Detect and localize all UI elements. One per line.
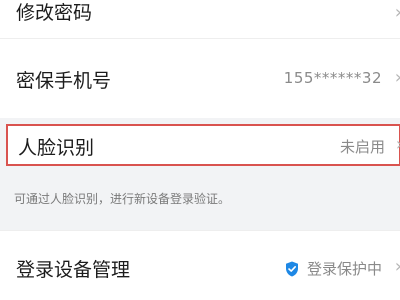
security-phone-value: 155******32 (283, 69, 382, 87)
device-protection-status: 登录保护中 (285, 258, 382, 279)
face-recognition-hint: 可通过人脸识别，进行新设备登录验证。 (14, 192, 231, 206)
face-recognition-label: 人脸识别 (18, 137, 95, 159)
chevron-right-icon: › (395, 256, 400, 277)
security-phone-row[interactable]: 密保手机号 155******32 › (0, 38, 400, 118)
security-phone-label: 密保手机号 (16, 70, 112, 92)
chevron-right-icon: › (395, 2, 400, 23)
chevron-right-icon: › (395, 67, 400, 88)
face-recognition-status: 未启用 (339, 138, 385, 156)
change-password-row[interactable]: 修改密码 › (0, 0, 400, 38)
change-password-label: 修改密码 (16, 2, 93, 24)
chevron-right-icon: › (396, 134, 400, 155)
device-management-label: 登录设备管理 (16, 259, 131, 281)
face-recognition-row[interactable]: 人脸识别 未启用 › (6, 124, 400, 166)
device-management-row[interactable]: 登录设备管理 登录保护中 › (0, 230, 400, 300)
device-protection-status-text: 登录保护中 (306, 260, 382, 278)
shield-check-icon (285, 261, 298, 276)
